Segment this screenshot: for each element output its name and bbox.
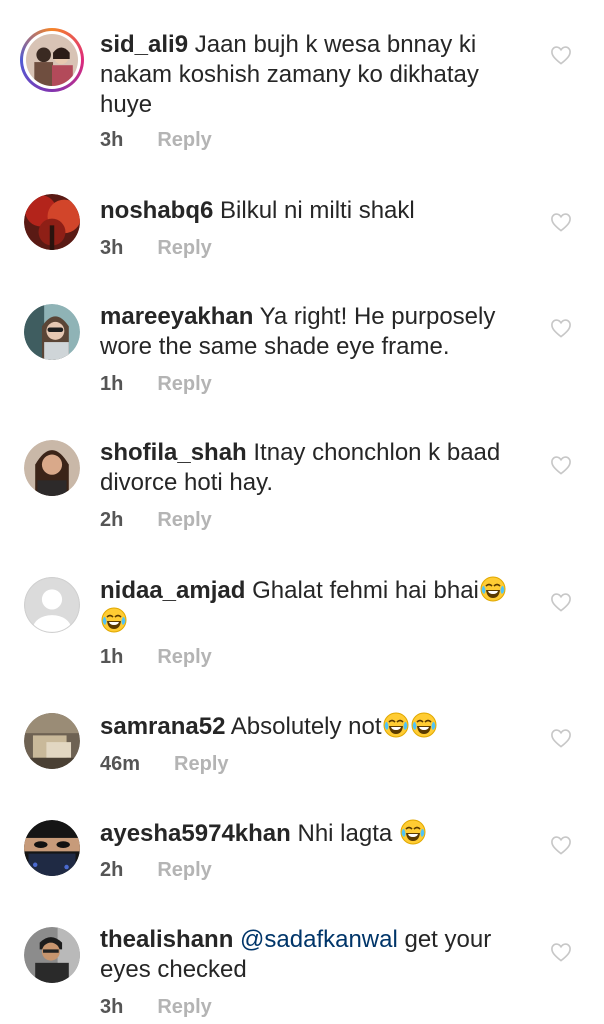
heart-icon[interactable] — [550, 592, 572, 612]
comment-timestamp: 3h — [100, 237, 124, 259]
avatar[interactable] — [24, 194, 80, 250]
avatar[interactable] — [24, 577, 80, 633]
comment-username[interactable]: noshabq6 — [100, 197, 213, 224]
comment-meta: 2h Reply — [100, 508, 212, 532]
comment-text: sid_ali9 Jaan bujh k wesa bnnay ki nakam… — [100, 30, 530, 120]
heart-icon[interactable] — [550, 318, 572, 338]
comment-text: noshabq6 Bilkul ni milti shakl — [100, 196, 530, 226]
comment-text: nidaa_amjad Ghalat fehmi hai bhai — [100, 575, 530, 637]
reply-button[interactable]: Reply — [174, 752, 228, 776]
heart-icon[interactable] — [550, 212, 572, 232]
comment-body: Ghalat fehmi hai bhai — [252, 577, 479, 604]
reply-button[interactable]: Reply — [157, 508, 211, 532]
tears-of-joy-emoji-icon — [399, 818, 427, 846]
comment-timestamp: 1h — [100, 646, 124, 668]
heart-icon[interactable] — [550, 942, 572, 962]
comment-text: shofila_shah Itnay chonchlon k baad divo… — [100, 438, 530, 498]
heart-icon[interactable] — [550, 45, 572, 65]
comment-meta: 3h Reply — [100, 128, 212, 152]
comment-timestamp: 46m — [100, 753, 141, 775]
comment-timestamp: 3h — [100, 129, 124, 151]
avatar[interactable] — [24, 820, 80, 876]
comment-body: Bilkul ni milti shakl — [220, 197, 415, 224]
comment-meta: 2h Reply — [100, 858, 212, 882]
comment-text: ayesha5974khan Nhi lagta — [100, 818, 530, 849]
avatar[interactable] — [24, 927, 80, 983]
reply-button[interactable]: Reply — [157, 995, 211, 1019]
comment-text: samrana52 Absolutely not — [100, 711, 530, 742]
heart-icon[interactable] — [550, 835, 572, 855]
comment-body: Absolutely not — [230, 713, 382, 740]
reply-button[interactable]: Reply — [157, 236, 211, 260]
comment-meta: 1h Reply — [100, 372, 212, 396]
comment-username[interactable]: thealishann — [100, 926, 233, 953]
comment-meta: 3h Reply — [100, 236, 212, 260]
tears-of-joy-emoji-icon — [382, 711, 410, 739]
avatar[interactable] — [20, 28, 84, 92]
comment-username[interactable]: sid_ali9 — [100, 31, 188, 58]
comment-meta: 46m Reply — [100, 752, 229, 776]
tears-of-joy-emoji-icon — [100, 606, 128, 634]
comment-username[interactable]: samrana52 — [100, 713, 225, 740]
comment-username[interactable]: ayesha5974khan — [100, 820, 291, 847]
avatar[interactable] — [24, 304, 80, 360]
comment-username[interactable]: nidaa_amjad — [100, 577, 245, 604]
heart-icon[interactable] — [550, 728, 572, 748]
avatar[interactable] — [24, 440, 80, 496]
comment-timestamp: 2h — [100, 509, 124, 531]
reply-button[interactable]: Reply — [157, 372, 211, 396]
comment-mention-link[interactable]: @sadafkanwal — [240, 926, 398, 953]
heart-icon[interactable] — [550, 455, 572, 475]
comment-timestamp: 2h — [100, 859, 124, 881]
tears-of-joy-emoji-icon — [410, 711, 438, 739]
comment-meta: 3h Reply — [100, 995, 212, 1019]
comment-username[interactable]: shofila_shah — [100, 439, 247, 466]
comment-text: thealishann @sadafkanwal get your eyes c… — [100, 925, 530, 985]
comment-timestamp: 3h — [100, 996, 124, 1018]
comment-body: Nhi lagta — [297, 820, 393, 847]
reply-button[interactable]: Reply — [157, 645, 211, 669]
comment-meta: 1h Reply — [100, 645, 212, 669]
reply-button[interactable]: Reply — [157, 858, 211, 882]
reply-button[interactable]: Reply — [157, 128, 211, 152]
avatar[interactable] — [24, 713, 80, 769]
comments-list: sid_ali9 Jaan bujh k wesa bnnay ki nakam… — [0, 0, 604, 1024]
comment-timestamp: 1h — [100, 373, 124, 395]
comment-text: mareeyakhan Ya right! He purposely wore … — [100, 302, 530, 362]
comment-username[interactable]: mareeyakhan — [100, 303, 253, 330]
tears-of-joy-emoji-icon — [479, 575, 507, 603]
